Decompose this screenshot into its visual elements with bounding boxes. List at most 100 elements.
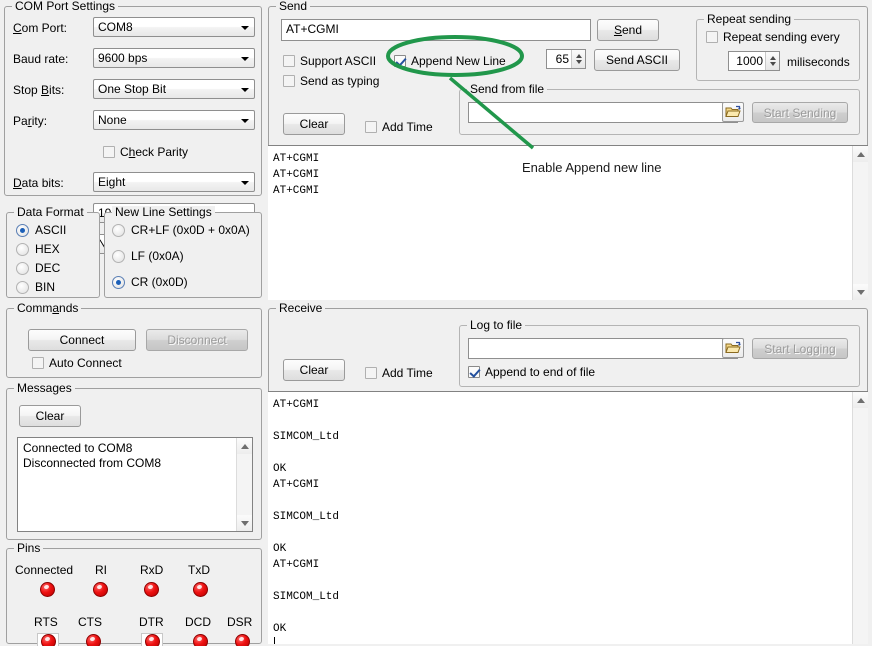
radio-data-format-dec[interactable]: DEC bbox=[16, 261, 60, 275]
repeat-sending-checkbox[interactable]: Repeat sending every bbox=[706, 30, 840, 44]
receive-add-time-checkbox[interactable]: Add Time bbox=[365, 366, 433, 380]
receive-log-scrollbar[interactable] bbox=[852, 392, 868, 644]
radio-circle bbox=[16, 243, 29, 256]
append-end-of-file-checkbox[interactable]: Append to end of file bbox=[468, 365, 595, 379]
radio-data-format-ascii[interactable]: ASCII bbox=[16, 223, 66, 237]
support-ascii-checkbox[interactable]: Support ASCII bbox=[283, 54, 376, 68]
send-title: Send bbox=[276, 0, 310, 13]
send-log-scrollbar[interactable] bbox=[852, 146, 868, 300]
serial-terminal-window: COM Port Settings Com Port: COM8 Baud ra… bbox=[0, 0, 872, 646]
chevron-down-icon bbox=[241, 57, 249, 61]
new-line-settings-title: New Line Settings bbox=[112, 206, 215, 219]
folder-open-icon bbox=[725, 341, 741, 355]
send-file-browse-button[interactable] bbox=[722, 102, 744, 122]
send-from-file-group: Send from file Start Sending bbox=[459, 89, 860, 135]
radio-data-format-hex[interactable]: HEX bbox=[16, 242, 60, 256]
parity-select[interactable]: None bbox=[93, 110, 255, 130]
checkbox-box bbox=[283, 75, 295, 87]
pin-label-rts: RTS bbox=[34, 615, 58, 629]
checkbox-box bbox=[706, 31, 718, 43]
send-clear-button[interactable]: Clear bbox=[283, 113, 345, 135]
radio-circle bbox=[16, 262, 29, 275]
stepper-buttons[interactable] bbox=[765, 52, 779, 70]
scroll-down-icon[interactable] bbox=[853, 284, 868, 300]
log-file-path-input[interactable] bbox=[468, 338, 738, 359]
chevron-down-icon bbox=[241, 26, 249, 30]
pin-label-dsr: DSR bbox=[227, 615, 252, 629]
messages-log[interactable]: Connected to COM8Disconnected from COM8 bbox=[17, 437, 253, 532]
scroll-down-icon[interactable] bbox=[237, 515, 253, 531]
radio-label: CR (0x0D) bbox=[131, 275, 188, 289]
label-stop-bits: Stop Bits: bbox=[13, 83, 64, 97]
messages-clear-button[interactable]: Clear bbox=[19, 405, 81, 427]
pin-led-connected bbox=[40, 582, 55, 597]
receive-group: Receive Clear Add Time Log to file bbox=[268, 308, 868, 644]
start-sending-label: Start Sending bbox=[764, 106, 837, 120]
send-button-label: Send bbox=[614, 23, 642, 37]
send-ascii-label: Send ASCII bbox=[606, 53, 668, 67]
check-parity-checkbox[interactable]: Check Parity bbox=[103, 145, 188, 159]
ascii-code-stepper[interactable]: 65 bbox=[546, 49, 586, 69]
pin-led-cts bbox=[86, 634, 101, 646]
radio-data-format-bin[interactable]: BIN bbox=[16, 280, 55, 294]
radio-circle bbox=[112, 250, 125, 263]
radio-newline-cr[interactable]: CR (0x0D) bbox=[112, 275, 188, 289]
chevron-down-icon bbox=[241, 181, 249, 185]
messages-scrollbar[interactable] bbox=[236, 438, 252, 531]
scroll-up-icon[interactable] bbox=[237, 438, 253, 454]
repeat-units-label: miliseconds bbox=[787, 55, 850, 69]
pins-group: Pins Connected RI RxD TxD RTS CTS DTR DC… bbox=[6, 548, 262, 644]
scroll-up-icon[interactable] bbox=[853, 392, 868, 408]
pin-led-txd bbox=[193, 582, 208, 597]
com-port-select[interactable]: COM8 bbox=[93, 17, 255, 37]
stepper-buttons[interactable] bbox=[571, 50, 585, 68]
append-new-line-label: Append New Line bbox=[411, 54, 506, 68]
checkbox-box bbox=[365, 367, 377, 379]
radio-label: DEC bbox=[35, 261, 60, 275]
radio-label: ASCII bbox=[35, 223, 66, 237]
messages-group: Messages Clear Connected to COM8Disconne… bbox=[6, 388, 262, 540]
repeat-sending-label: Repeat sending every bbox=[723, 30, 840, 44]
baud-rate-select[interactable]: 9600 bps bbox=[93, 48, 255, 68]
receive-clear-button[interactable]: Clear bbox=[283, 359, 345, 381]
chevron-down-icon bbox=[241, 119, 249, 123]
send-log-text: AT+CGMI AT+CGMI AT+CGMI bbox=[273, 151, 848, 199]
com-port-value: COM8 bbox=[98, 20, 133, 34]
repeat-interval-stepper[interactable]: 1000 bbox=[728, 51, 780, 71]
start-logging-button[interactable]: Start Logging bbox=[752, 338, 848, 359]
receive-title: Receive bbox=[276, 302, 325, 315]
repeat-interval-value: 1000 bbox=[729, 54, 765, 68]
com-port-settings-title: COM Port Settings bbox=[12, 0, 118, 13]
send-add-time-label: Add Time bbox=[382, 120, 433, 134]
disconnect-button[interactable]: Disconnect bbox=[146, 329, 248, 351]
append-new-line-checkbox[interactable]: Append New Line bbox=[394, 54, 506, 68]
send-as-typing-checkbox[interactable]: Send as typing bbox=[283, 74, 379, 88]
support-ascii-label: Support ASCII bbox=[300, 54, 376, 68]
checkbox-box bbox=[32, 357, 44, 369]
auto-connect-checkbox[interactable]: Auto Connect bbox=[32, 356, 122, 370]
radio-newline-lf[interactable]: LF (0x0A) bbox=[112, 249, 184, 263]
scroll-up-icon[interactable] bbox=[853, 146, 868, 162]
connect-button[interactable]: Connect bbox=[28, 329, 136, 351]
send-file-path-input[interactable] bbox=[468, 102, 738, 123]
chevron-down-icon bbox=[241, 88, 249, 92]
label-com-port: Com Port: bbox=[13, 21, 67, 35]
send-ascii-button[interactable]: Send ASCII bbox=[594, 49, 680, 71]
receive-log[interactable]: AT+CGMI SIMCOM_Ltd OK AT+CGMI SIMCOM_Ltd… bbox=[268, 391, 868, 644]
start-sending-button[interactable]: Start Sending bbox=[752, 102, 848, 123]
text-caret bbox=[274, 637, 275, 644]
send-add-time-checkbox[interactable]: Add Time bbox=[365, 120, 433, 134]
send-command-input[interactable]: AT+CGMI bbox=[281, 19, 591, 41]
send-button[interactable]: Send bbox=[597, 19, 659, 41]
stop-bits-select[interactable]: One Stop Bit bbox=[93, 79, 255, 99]
send-command-value: AT+CGMI bbox=[286, 22, 339, 36]
pin-led-dsr bbox=[235, 634, 250, 646]
data-bits-select[interactable]: Eight bbox=[93, 172, 255, 192]
new-line-settings-group: New Line Settings CR+LF (0x0D + 0x0A) LF… bbox=[104, 212, 262, 298]
radio-newline-crlf[interactable]: CR+LF (0x0D + 0x0A) bbox=[112, 223, 250, 237]
log-file-browse-button[interactable] bbox=[722, 338, 744, 358]
disconnect-label: Disconnect bbox=[167, 333, 226, 347]
checkbox-box bbox=[394, 55, 406, 67]
radio-circle bbox=[112, 224, 125, 237]
pin-label-ri: RI bbox=[95, 563, 107, 577]
